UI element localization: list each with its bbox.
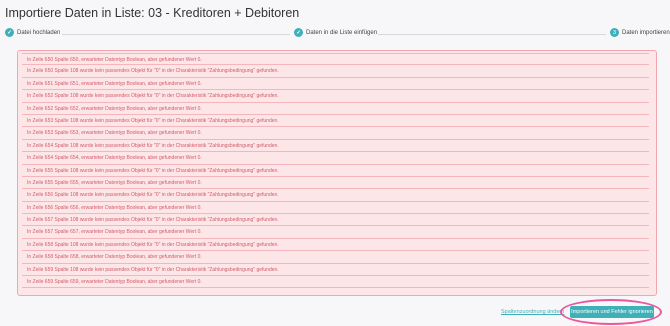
error-row: In Zeile 654 Spalte 108 wurde kein passe… <box>22 139 649 153</box>
error-row: In Zeile 656 Spalte 656, erwarteter Date… <box>22 201 649 215</box>
error-row: In Zeile 652 Spalte 108 wurde kein passe… <box>22 90 649 103</box>
error-row: In Zeile 659 Spalte 659, erwarteter Date… <box>22 276 649 289</box>
error-row: In Zeile 652 Spalte 652, erwarteter Date… <box>22 102 649 115</box>
error-row: In Zeile 650 Spalte 108 wurde kein passe… <box>22 65 649 78</box>
stepper-connector <box>378 34 606 35</box>
error-row: In Zeile 650 Spalte 650, erwarteter Date… <box>22 53 649 66</box>
error-row: In Zeile 653 Spalte 653, erwarteter Date… <box>22 127 649 140</box>
error-row: In Zeile 651 Spalte 651, erwarteter Date… <box>22 77 649 91</box>
error-row: In Zeile 653 Spalte 108 wurde kein passe… <box>22 114 649 128</box>
error-row: In Zeile 657 Spalte 657, erwarteter Date… <box>22 226 649 239</box>
step-daten-einfuegen[interactable]: ✓ Daten in die Liste einfügen <box>294 28 377 37</box>
error-row: In Zeile 657 Spalte 108 wurde kein passe… <box>22 214 649 227</box>
step-label: Daten importieren <box>622 29 670 36</box>
change-column-mapping-link[interactable]: Spaltenzuordnung ändern <box>501 309 564 315</box>
step-datei-hochladen[interactable]: ✓ Datei hochladen <box>5 28 60 37</box>
check-icon: ✓ <box>294 28 303 37</box>
step-number: 3 <box>610 28 619 37</box>
error-row: In Zeile 658 Spalte 108 wurde kein passe… <box>22 238 649 252</box>
import-ignore-errors-button[interactable]: Importieren und Fehler ignorieren <box>570 306 654 318</box>
error-panel[interactable]: In Zeile 650 Spalte 650, erwarteter Date… <box>17 50 657 296</box>
error-row: In Zeile 659 Spalte 108 wurde kein passe… <box>22 263 649 277</box>
error-row: In Zeile 658 Spalte 658, erwarteter Date… <box>22 251 649 264</box>
error-row: In Zeile 656 Spalte 108 wurde kein passe… <box>22 189 649 202</box>
check-icon: ✓ <box>5 28 14 37</box>
import-stepper: ✓ Datei hochladen ✓ Daten in die Liste e… <box>0 28 670 42</box>
page-title: Importiere Daten in Liste: 03 - Kreditor… <box>5 6 300 20</box>
step-daten-importieren[interactable]: 3 Daten importieren <box>610 28 670 37</box>
stepper-connector <box>62 34 290 35</box>
step-label: Daten in die Liste einfügen <box>306 29 378 36</box>
error-row: In Zeile 655 Spalte 108 wurde kein passe… <box>22 164 649 177</box>
error-list: In Zeile 650 Spalte 650, erwarteter Date… <box>22 53 649 289</box>
error-row: In Zeile 655 Spalte 655, erwarteter Date… <box>22 176 649 190</box>
step-label: Datei hochladen <box>17 29 61 36</box>
error-row: In Zeile 654 Spalte 654, erwarteter Date… <box>22 152 649 165</box>
